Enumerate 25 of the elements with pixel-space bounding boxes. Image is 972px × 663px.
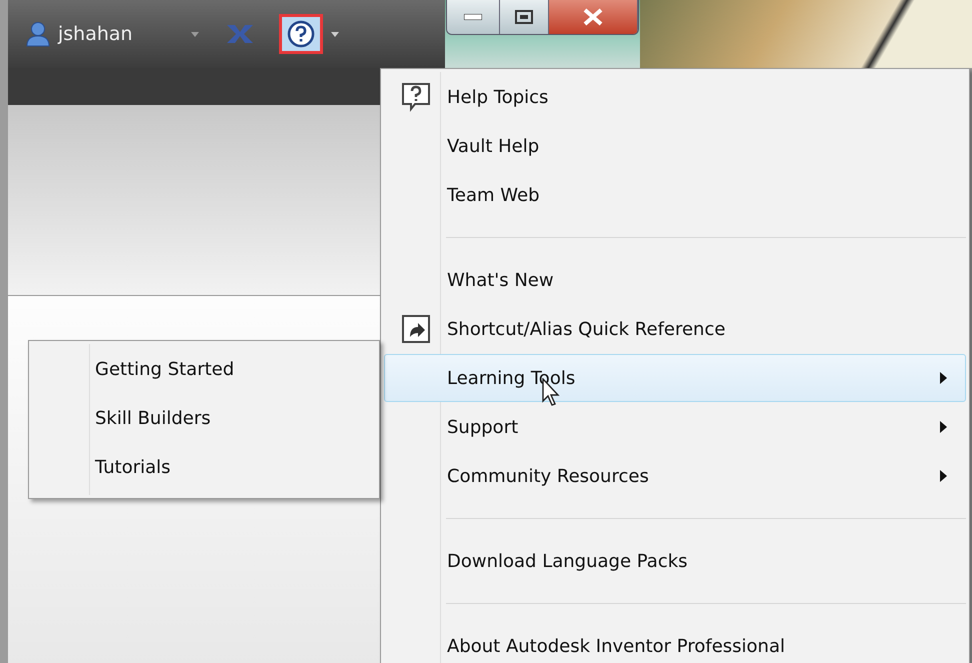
close-button[interactable]	[549, 0, 638, 34]
maximize-button[interactable]	[500, 0, 549, 34]
menu-item[interactable]: Skill Builders	[32, 394, 376, 442]
menu-item[interactable]: Getting Started	[32, 345, 376, 393]
user-name[interactable]: jshahan	[58, 23, 133, 45]
menu-item[interactable]: What's New	[384, 256, 966, 304]
menu-item[interactable]: Vault Help	[384, 122, 966, 170]
menu-item[interactable]: Shortcut/Alias Quick Reference	[384, 305, 966, 353]
help-balloon-icon	[401, 82, 431, 112]
minimize-button[interactable]	[447, 0, 500, 34]
menu-item[interactable]: Learning Tools	[384, 354, 966, 402]
menu-item[interactable]: Download Language Packs	[384, 537, 966, 585]
maximize-icon	[515, 10, 533, 24]
user-icon	[26, 21, 50, 47]
menu-item[interactable]: Team Web	[384, 171, 966, 219]
menu-item[interactable]: Help Topics	[384, 73, 966, 121]
help-button[interactable]	[278, 14, 323, 54]
minimize-icon	[464, 14, 482, 20]
menu-item[interactable]: Community Resources	[384, 452, 966, 500]
menu-item[interactable]: Support	[384, 403, 966, 451]
menu-item[interactable]: Tutorials	[32, 443, 376, 491]
menu-item[interactable]: About Autodesk Inventor Professional	[384, 622, 966, 663]
close-icon	[582, 8, 604, 26]
dropdown-caret-icon[interactable]	[190, 32, 199, 36]
dropdown-caret-icon[interactable]	[330, 32, 339, 36]
